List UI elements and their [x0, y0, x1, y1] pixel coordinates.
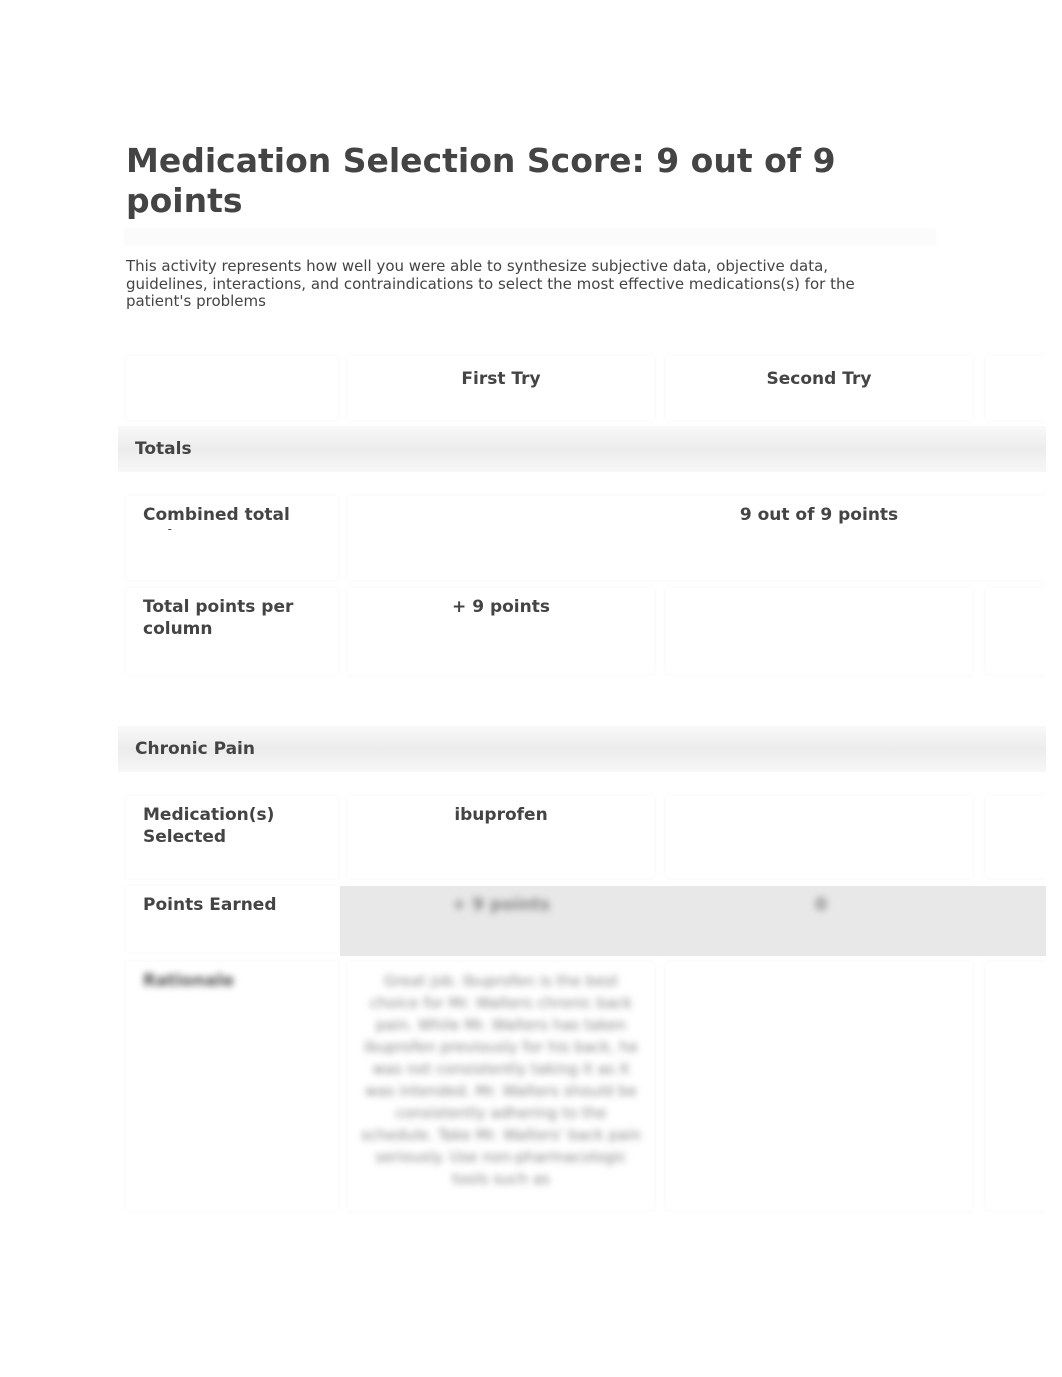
- column-header-extra: [986, 356, 1046, 420]
- points-per-column-first-cell: + 9 points: [348, 588, 654, 674]
- points-earned-first-cell: + 9 points: [340, 886, 662, 956]
- medications-label: Medication(s) Selected: [143, 805, 275, 847]
- rationale-first-cell: Great job. Ibuprofen is the best choice …: [348, 962, 654, 1210]
- column-header-first-try: First Try: [348, 356, 654, 420]
- points-earned-second-value: 0: [815, 895, 827, 915]
- section-title-totals: Totals: [135, 439, 192, 459]
- points-earned-label-cell: Points Earned: [126, 886, 338, 952]
- medications-second-cell: [666, 796, 972, 878]
- section-header-chronic-pain: Chronic Pain: [118, 726, 1046, 772]
- totals-table: First Try Second Try Totals Combined tot…: [118, 356, 1046, 686]
- points-per-column-label-cell: Total points per column: [126, 588, 338, 674]
- section-title-chronic-pain: Chronic Pain: [135, 739, 255, 759]
- rationale-second-cell: [666, 962, 972, 1210]
- rationale-label: Rationale: [143, 971, 235, 991]
- column-header-first-try-label: First Try: [461, 369, 541, 389]
- page-title: Medication Selection Score: 9 out of 9 p…: [126, 141, 836, 220]
- medications-first-value: ibuprofen: [454, 805, 548, 825]
- header-empty-cell: [126, 356, 338, 420]
- title-divider: [124, 228, 936, 246]
- points-per-column-first-value: + 9 points: [452, 597, 550, 617]
- medications-extra-cell: [986, 796, 1046, 878]
- points-earned-label: Points Earned: [143, 895, 277, 915]
- rationale-first-text: Great job. Ibuprofen is the best choice …: [360, 972, 642, 1188]
- points-per-column-second-cell: [666, 588, 972, 674]
- points-earned-first-value: + 9 points: [452, 895, 550, 915]
- points-per-column-label: Total points per column: [143, 597, 294, 639]
- section-header-totals: Totals: [118, 426, 1046, 472]
- combined-total-value-cell: 9 out of 9 points: [348, 496, 1046, 580]
- intro-paragraph: This activity represents how well you we…: [126, 257, 855, 310]
- points-per-column-extra-cell: [986, 588, 1046, 674]
- medications-label-cell: Medication(s) Selected: [126, 796, 338, 878]
- points-earned-extra-cell: [980, 886, 1046, 956]
- medications-first-cell: ibuprofen: [348, 796, 654, 878]
- combined-total-value: 9 out of 9 points: [739, 505, 899, 525]
- problem-table-chronic-pain: Chronic Pain Medication(s) Selected ibup…: [118, 722, 1046, 1222]
- rationale-extra-cell: [986, 962, 1046, 1210]
- rationale-second-text: [666, 962, 972, 970]
- combined-total-label: Combined total points: [143, 505, 290, 530]
- column-header-second-try-label: Second Try: [766, 369, 872, 389]
- page: Medication Selection Score: 9 out of 9 p…: [0, 0, 1046, 1377]
- column-header-second-try: Second Try: [666, 356, 972, 420]
- combined-total-label-cell: Combined total points: [126, 496, 338, 580]
- rationale-label-cell: Rationale: [126, 962, 338, 1210]
- points-earned-second-cell: 0: [662, 886, 980, 956]
